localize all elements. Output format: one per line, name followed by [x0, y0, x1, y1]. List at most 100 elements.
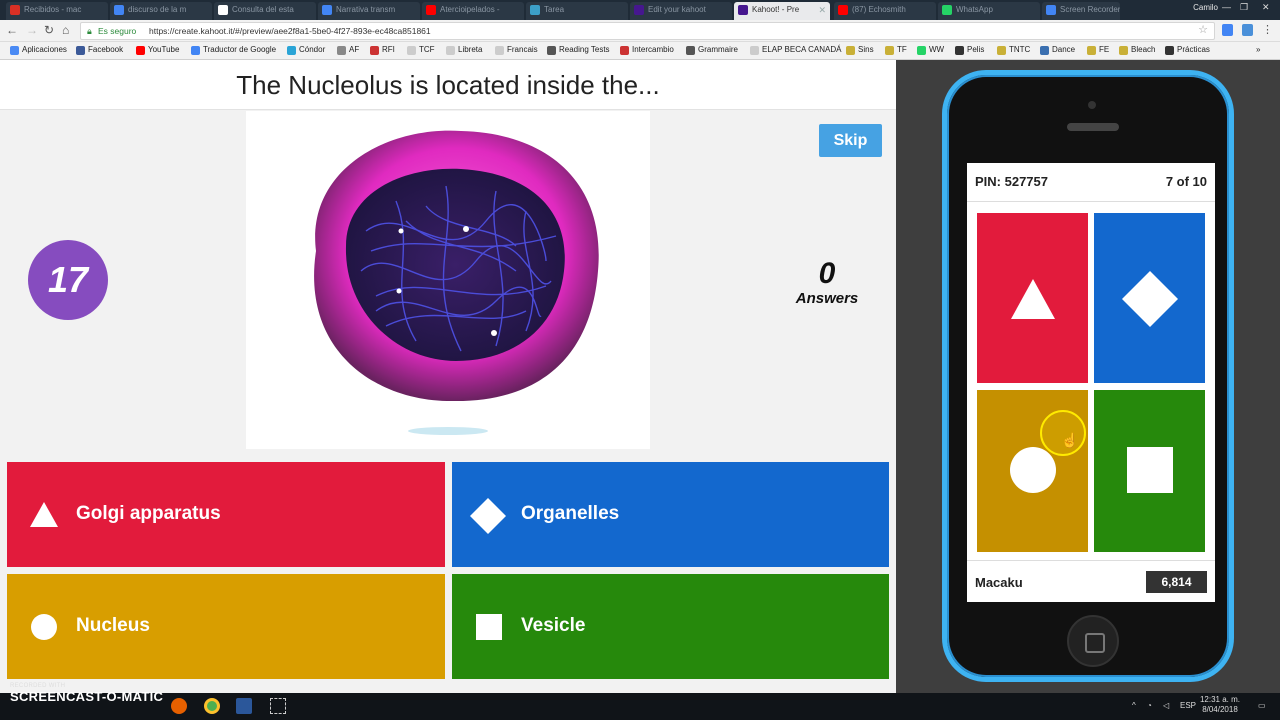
- chrome-icon[interactable]: [204, 698, 220, 714]
- address-bar-row: ← → ↻ ⌂ 🔒︎ Es seguro https://create.kaho…: [0, 20, 1280, 42]
- notifications-icon[interactable]: ▭: [1258, 701, 1266, 710]
- tab-docs-narrativa[interactable]: Narrativa transm: [318, 2, 420, 20]
- skip-button[interactable]: Skip: [819, 124, 882, 157]
- tab-tarea[interactable]: Tarea: [526, 2, 628, 20]
- bookmark-item[interactable]: Traductor de Google: [191, 45, 276, 55]
- speaker-grille: [1067, 123, 1119, 131]
- tab-gmail[interactable]: Recibidos - mac: [6, 2, 108, 20]
- folder-icon: [846, 46, 855, 55]
- profile-name[interactable]: Camilo: [1193, 3, 1218, 12]
- extension-icon[interactable]: [1222, 24, 1233, 36]
- bookmark-item[interactable]: Reading Tests: [547, 45, 610, 55]
- secure-label: Es seguro: [98, 26, 137, 36]
- bookmark-item[interactable]: Facebook: [76, 45, 123, 55]
- page-icon: [495, 46, 504, 55]
- answer-label: Golgi apparatus: [76, 503, 221, 524]
- folder-icon: [1119, 46, 1128, 55]
- tab-consulta[interactable]: Consulta del esta: [214, 2, 316, 20]
- answer-option-vesicle[interactable]: Vesicle: [452, 574, 889, 679]
- bookmark-item[interactable]: Francais: [495, 45, 538, 55]
- snipping-icon[interactable]: [270, 698, 286, 714]
- url-input[interactable]: 🔒︎ Es seguro https://create.kahoot.it/#/…: [80, 22, 1215, 40]
- page-icon: [620, 46, 629, 55]
- kahoot-icon: [634, 5, 644, 15]
- more-bookmarks-icon[interactable]: »: [1256, 45, 1260, 54]
- youtube-icon: [136, 46, 145, 55]
- clock-time: 12:31 a. m.: [1199, 695, 1240, 704]
- tab-youtube-echosmith[interactable]: (87) Echosmith: [834, 2, 936, 20]
- bookmark-item[interactable]: Dance: [1040, 45, 1075, 55]
- diamond-icon: [1122, 271, 1178, 327]
- volume-icon[interactable]: ◁: [1163, 701, 1169, 710]
- url-text: https://create.kahoot.it/#/preview/aee2f…: [149, 26, 431, 36]
- triangle-icon: [30, 502, 58, 527]
- phone-preview-panel: PIN: 527757 7 of 10 Macaku 6,814: [896, 60, 1280, 693]
- reload-icon[interactable]: ↻: [44, 23, 54, 37]
- phone-answer-square[interactable]: [1094, 390, 1205, 552]
- bookmark-item[interactable]: Grammaire: [686, 45, 738, 55]
- language-indicator[interactable]: ESP: [1180, 701, 1196, 710]
- question-bar: The Nucleolus is located inside the...: [0, 60, 896, 110]
- bookmark-item[interactable]: Intercambio: [620, 45, 674, 55]
- menu-icon[interactable]: ⋮: [1262, 23, 1273, 36]
- bookmark-item[interactable]: YouTube: [136, 45, 179, 55]
- tab-whatsapp[interactable]: WhatsApp: [938, 2, 1040, 20]
- bookmark-item[interactable]: FE: [1087, 45, 1109, 55]
- close-tab-icon[interactable]: ✕: [818, 2, 826, 18]
- minimize-icon[interactable]: —: [1222, 2, 1231, 12]
- page-icon: [955, 46, 964, 55]
- bookmark-item[interactable]: AF: [337, 45, 359, 55]
- bookmark-item[interactable]: TCF: [407, 45, 435, 55]
- system-clock[interactable]: 12:31 a. m. 8/04/2018: [1200, 695, 1240, 715]
- tab-docs-discurso[interactable]: discurso de la m: [110, 2, 212, 20]
- answers-counter: 0 Answers: [790, 258, 864, 308]
- phone-answer-triangle[interactable]: [977, 213, 1088, 383]
- kahoot-game-screen: The Nucleolus is located inside the... S…: [0, 60, 896, 693]
- phone-answer-diamond[interactable]: [1094, 213, 1205, 383]
- bookmark-star-icon[interactable]: ☆: [1198, 22, 1208, 38]
- bookmark-item[interactable]: Pelis: [955, 45, 984, 55]
- bookmark-item[interactable]: WW: [917, 45, 944, 55]
- page-icon: [446, 46, 455, 55]
- answer-option-organelles[interactable]: Organelles: [452, 462, 889, 567]
- bookmark-item[interactable]: Prácticas: [1165, 45, 1210, 55]
- tab-kahoot-preview[interactable]: Kahoot! - Pre ✕: [734, 2, 830, 20]
- tab-edit-kahoot[interactable]: Edit your kahoot: [630, 2, 732, 20]
- forward-icon[interactable]: →: [26, 23, 38, 37]
- answer-label: Vesicle: [521, 615, 586, 636]
- docs-icon: [114, 5, 124, 15]
- close-window-icon[interactable]: ✕: [1262, 2, 1270, 13]
- square-icon: [476, 614, 502, 640]
- answer-option-nucleus[interactable]: Nucleus: [7, 574, 445, 679]
- answer-option-golgi[interactable]: Golgi apparatus: [7, 462, 445, 567]
- extension-icon[interactable]: [1242, 24, 1253, 36]
- phone-home-button[interactable]: [1067, 615, 1119, 667]
- windows-taskbar: RECORDED WITH SCREENCAST-O-MATIC ^ ◔ ◁ E…: [0, 683, 1280, 720]
- bookmark-item[interactable]: Aplicaciones: [10, 45, 67, 55]
- bookmark-item[interactable]: ELAP BECA CANADÁ: [750, 45, 841, 55]
- bookmark-item[interactable]: TNTC: [997, 45, 1030, 55]
- bookmark-item[interactable]: Sins: [846, 45, 874, 55]
- bookmark-item[interactable]: Cóndor: [287, 45, 325, 55]
- firefox-icon[interactable]: [171, 698, 187, 714]
- recording-watermark: RECORDED WITH SCREENCAST-O-MATIC: [10, 683, 163, 704]
- answers-label: Answers: [795, 290, 859, 307]
- maximize-icon[interactable]: ❐: [1240, 2, 1248, 13]
- page-icon: [1165, 46, 1174, 55]
- back-icon[interactable]: ←: [6, 23, 18, 37]
- tray-up-icon[interactable]: ^: [1132, 701, 1136, 710]
- answer-label: Organelles: [521, 503, 620, 524]
- tab-screen-recorder[interactable]: Screen Recorder: [1042, 2, 1120, 20]
- bookmark-item[interactable]: RFI: [370, 45, 395, 55]
- bookmark-item[interactable]: Libreta: [446, 45, 482, 55]
- word-icon[interactable]: [236, 698, 252, 714]
- wifi-icon[interactable]: ◔: [1147, 701, 1152, 710]
- hand-cursor-icon: ☝: [1061, 432, 1079, 448]
- rfi-icon: [370, 46, 379, 55]
- question-title: The Nucleolus is located inside the...: [236, 70, 660, 100]
- home-icon[interactable]: ⌂: [62, 23, 69, 37]
- tab-youtube-aterciopelados[interactable]: Atercioipelados -: [422, 2, 524, 20]
- bookmark-item[interactable]: TF: [885, 45, 907, 55]
- phone-frame: PIN: 527757 7 of 10 Macaku 6,814: [942, 70, 1234, 682]
- bookmark-item[interactable]: Bleach: [1119, 45, 1155, 55]
